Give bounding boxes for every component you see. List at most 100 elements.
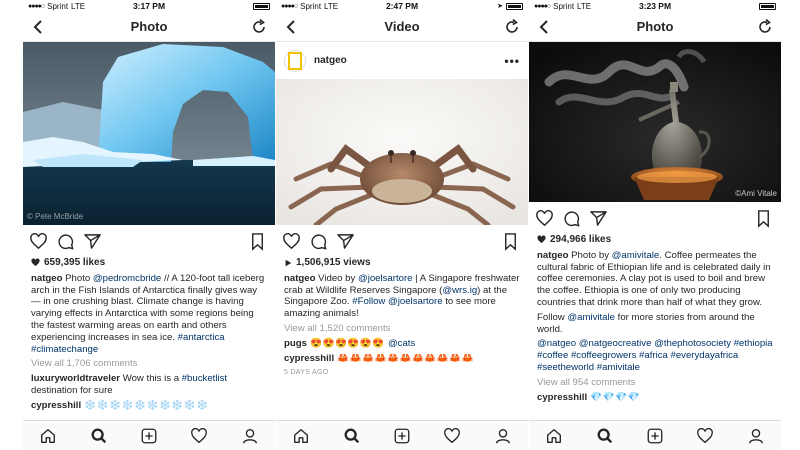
screen-crab-video: ●●●●○ Sprint LTE 2:47 PM ➤ Video natgeo … [276,0,528,450]
caption-username[interactable]: natgeo [284,273,315,284]
caption-username[interactable]: natgeo [537,250,568,261]
search-icon[interactable] [596,427,614,445]
refresh-icon[interactable] [755,17,775,37]
comment-tail: destination for sure [31,384,113,396]
comment-text: 💎💎💎💎 [587,391,641,403]
comment-username[interactable]: pugs [284,338,307,349]
follow-mention[interactable]: @amivitale [567,312,615,323]
home-icon[interactable] [292,427,310,445]
screen-iceberg-photo: ●●●●○ Sprint LTE 3:17 PM Photo © Pete Mc… [23,0,275,450]
comment-username[interactable]: cypresshill [284,353,334,364]
caption-body: natgeo Video by @joelsartore | A Singapo… [284,273,520,320]
caption-mention[interactable]: @amivitale [612,250,660,261]
search-icon[interactable] [343,427,361,445]
comment-username[interactable]: cypresshill [537,392,587,403]
post-caption: 659,395 likes natgeo Photo @pedromcbride… [23,257,275,412]
chevron-left-icon[interactable] [535,17,555,37]
action-bar [529,202,781,234]
clock: 3:23 PM [638,1,672,11]
crab-image [276,79,528,225]
post-image-iceberg[interactable]: © Pete McBride [23,42,275,225]
caption-body: natgeo Photo @pedromcbride // A 120-foot… [31,273,267,356]
comment-icon[interactable] [309,232,328,251]
comment-username[interactable]: cypresshill [31,400,81,411]
comment-icon[interactable] [56,232,75,251]
like-count[interactable]: 659,395 likes [31,257,267,269]
paper-plane-icon[interactable] [336,232,355,251]
view-all-comments[interactable]: View all 1,706 comments [31,358,267,370]
status-bar: ●●●●○ Sprint LTE 3:23 PM [529,0,781,12]
add-icon[interactable] [140,427,158,445]
nav-bar: Photo [23,12,275,42]
view-all-comments[interactable]: View all 954 comments [537,377,773,389]
refresh-icon[interactable] [502,17,522,37]
post-caption: 1,506,915 views natgeo Video by @joelsar… [276,257,528,379]
view-all-comments[interactable]: View all 1,520 comments [284,323,520,335]
comment-hashtag[interactable]: #bucketlist [182,373,227,384]
post-image-coffee[interactable]: ©Ami Vitale [529,42,781,202]
add-icon[interactable] [646,427,664,445]
caption-follow: Follow @amivitale for more stories from … [537,312,773,336]
bottom-tab-bar [529,420,781,450]
clock: 2:47 PM [385,1,419,11]
comment-mention[interactable]: @cats [388,338,415,349]
bookmark-icon[interactable] [248,232,267,251]
view-count[interactable]: 1,506,915 views [284,257,520,269]
comment: cypresshill 🦀🦀🦀🦀🦀🦀🦀🦀🦀🦀🦀 [284,353,520,365]
likes-text: 294,966 likes [550,234,612,245]
search-icon[interactable] [90,427,108,445]
comment-text: Wow this is a [120,373,182,385]
bottom-tab-bar [23,420,275,450]
chevron-left-icon[interactable] [29,17,49,37]
refresh-icon[interactable] [249,17,269,37]
like-count[interactable]: 294,966 likes [537,234,773,246]
nav-bar: Video [276,12,528,42]
bookmark-icon[interactable] [754,209,773,228]
coffee-pot-image [529,42,781,202]
bookmark-icon[interactable] [501,232,520,251]
post-username[interactable]: natgeo [314,55,347,66]
caption-hashtags[interactable]: @natgeo @natgeocreative @thephotosociety… [537,338,773,373]
caption-pre: Photo [65,272,93,284]
home-icon[interactable] [39,427,57,445]
avatar[interactable] [284,49,306,72]
post-caption: 294,966 likes natgeo Photo by @amivitale… [529,234,781,403]
caption-mention[interactable]: @wrs.ig [442,285,477,296]
comment: luxuryworldtraveler Wow this is a #bucke… [31,373,267,397]
caption-hashtag[interactable]: #Follow [352,296,385,307]
post-timestamp: 5 DAYS AGO [284,369,329,377]
activity-heart-icon[interactable] [190,427,208,445]
post-video-crab[interactable] [276,79,528,225]
comment-username[interactable]: luxuryworldtraveler [31,373,120,384]
activity-heart-icon[interactable] [443,427,461,445]
comment: pugs 😍😍😍😍😍😍 @cats [284,338,520,350]
status-bar: ●●●●○ Sprint LTE 3:17 PM [23,0,275,12]
add-icon[interactable] [393,427,411,445]
heart-icon[interactable] [282,232,301,251]
profile-icon[interactable] [241,427,259,445]
page-title: Video [384,19,420,34]
home-icon[interactable] [545,427,563,445]
caption-pre: Video by [318,272,358,284]
heart-icon[interactable] [535,209,554,228]
heart-icon[interactable] [29,232,48,251]
profile-icon[interactable] [747,427,765,445]
profile-icon[interactable] [494,427,512,445]
caption-mention[interactable]: @pedromcbride [93,273,161,284]
activity-heart-icon[interactable] [696,427,714,445]
paper-plane-icon[interactable] [589,209,608,228]
chevron-left-icon[interactable] [282,17,302,37]
action-bar [23,225,275,257]
likes-text: 659,395 likes [44,257,106,268]
caption-mention[interactable]: @joelsartore [388,296,443,307]
caption-mention[interactable]: @joelsartore [358,273,413,284]
caption-body: natgeo Photo by @amivitale. Coffee perme… [537,250,773,309]
nav-bar: Photo [529,12,781,42]
battery-icon [253,2,270,10]
comment-text: 😍😍😍😍😍😍 [306,337,388,349]
paper-plane-icon[interactable] [83,232,102,251]
caption-username[interactable]: natgeo [31,273,62,284]
comment-icon[interactable] [562,209,581,228]
more-options-icon[interactable]: ••• [504,54,520,68]
bottom-tab-bar [276,420,528,450]
